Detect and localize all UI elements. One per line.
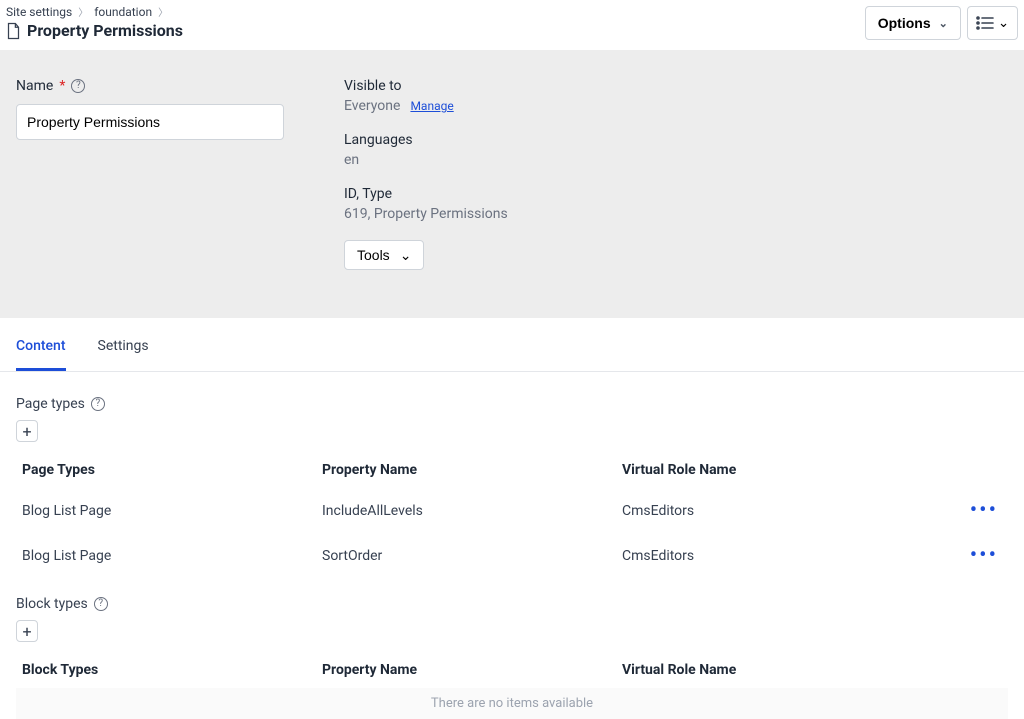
cell-role: CmsEditors xyxy=(622,548,942,564)
help-icon[interactable]: ? xyxy=(94,597,108,611)
page-types-label: Page types ? xyxy=(16,396,1008,412)
table-row: Blog List Page SortOrder CmsEditors ••• xyxy=(16,533,1008,578)
page-icon xyxy=(6,22,21,40)
col-header-property-name: Property Name xyxy=(322,462,622,478)
tools-label: Tools xyxy=(357,247,390,263)
idtype-label: ID, Type xyxy=(344,186,508,202)
options-button[interactable]: Options ⌄ xyxy=(865,6,961,40)
chevron-down-icon: ⌄ xyxy=(939,17,948,30)
view-mode-button[interactable]: ⌄ xyxy=(967,6,1018,40)
chevron-right-icon: 〉 xyxy=(158,4,168,19)
page-title: Property Permissions xyxy=(27,21,183,40)
col-header-virtual-role: Virtual Role Name xyxy=(622,662,942,678)
help-icon[interactable]: ? xyxy=(91,397,105,411)
tab-settings[interactable]: Settings xyxy=(98,324,149,371)
col-header-virtual-role: Virtual Role Name xyxy=(622,462,942,478)
tabs: Content Settings xyxy=(0,324,1024,372)
add-block-type-button[interactable]: + xyxy=(16,620,38,642)
breadcrumb: Site settings 〉 foundation 〉 xyxy=(6,4,183,19)
chevron-down-icon: ⌄ xyxy=(400,247,412,264)
breadcrumb-foundation[interactable]: foundation xyxy=(94,5,152,19)
page-types-table: Page Types Property Name Virtual Role Na… xyxy=(16,452,1008,578)
block-types-label: Block types ? xyxy=(16,596,1008,612)
name-field-label: Name * ? xyxy=(16,78,284,94)
detail-panel: Name * ? Visible to Everyone Manage Lang… xyxy=(0,50,1024,318)
cell-role: CmsEditors xyxy=(622,503,942,519)
visible-to-label: Visible to xyxy=(344,78,508,94)
cell-page-type: Blog List Page xyxy=(22,503,322,519)
col-header-property-name: Property Name xyxy=(322,662,622,678)
required-asterisk: * xyxy=(59,78,65,94)
empty-state: There are no items available xyxy=(16,688,1008,719)
chevron-right-icon: 〉 xyxy=(78,4,88,19)
name-input[interactable] xyxy=(16,104,284,140)
help-icon[interactable]: ? xyxy=(71,79,85,93)
visible-to-value: Everyone xyxy=(344,98,400,114)
tab-content[interactable]: Content xyxy=(16,324,66,371)
options-label: Options xyxy=(878,15,931,31)
col-header-page-types: Page Types xyxy=(22,462,322,478)
table-row: Blog List Page IncludeAllLevels CmsEdito… xyxy=(16,488,1008,533)
row-actions-button[interactable]: ••• xyxy=(942,543,1002,568)
col-header-block-types: Block Types xyxy=(22,662,322,678)
cell-property: SortOrder xyxy=(322,548,622,564)
cell-property: IncludeAllLevels xyxy=(322,503,622,519)
breadcrumb-site-settings[interactable]: Site settings xyxy=(6,5,72,19)
manage-link[interactable]: Manage xyxy=(410,99,453,113)
list-icon xyxy=(976,16,994,30)
languages-value: en xyxy=(344,152,508,168)
idtype-value: 619, Property Permissions xyxy=(344,206,508,222)
chevron-down-icon: ⌄ xyxy=(998,15,1009,31)
add-page-type-button[interactable]: + xyxy=(16,420,38,442)
row-actions-button[interactable]: ••• xyxy=(942,498,1002,523)
cell-page-type: Blog List Page xyxy=(22,548,322,564)
languages-label: Languages xyxy=(344,132,508,148)
tools-button[interactable]: Tools ⌄ xyxy=(344,240,424,270)
block-types-table: Block Types Property Name Virtual Role N… xyxy=(16,652,1008,719)
